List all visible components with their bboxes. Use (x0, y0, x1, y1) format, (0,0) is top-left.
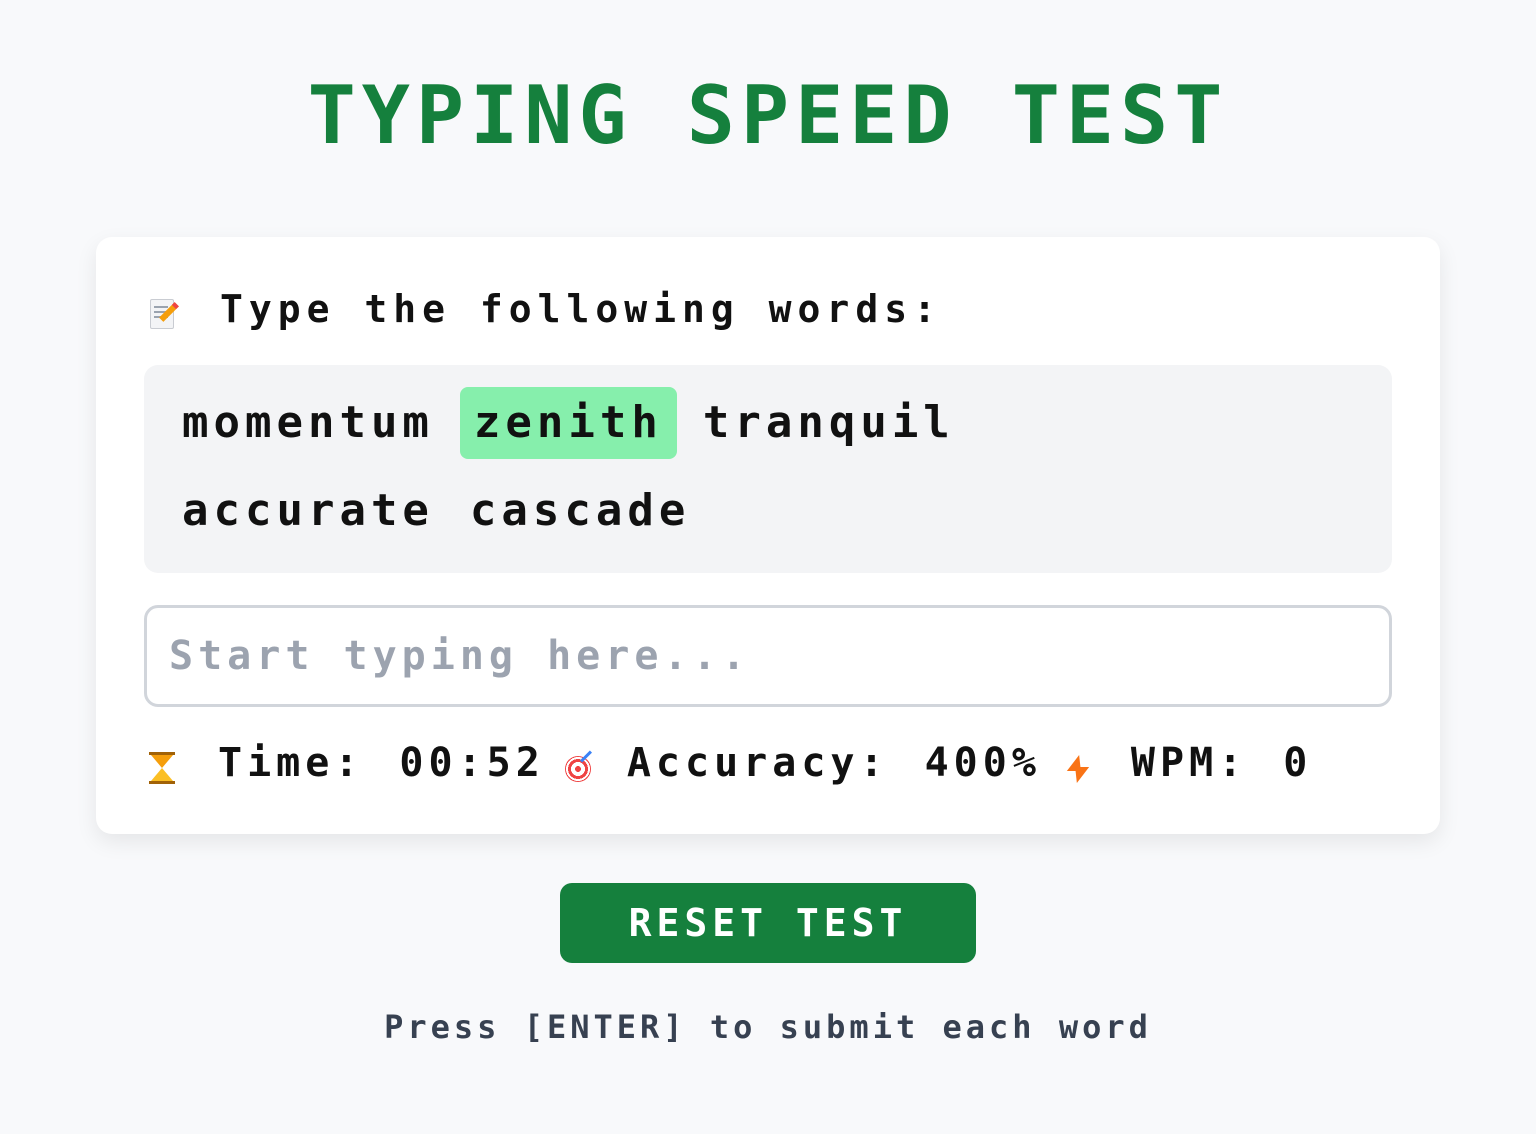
time-value: 00:52 (399, 740, 545, 786)
typing-test-page: TYPING SPEED TEST Type the following wor… (0, 0, 1536, 1134)
target-icon (563, 750, 592, 785)
time-label: Time: (218, 740, 364, 786)
typing-input[interactable] (144, 605, 1392, 707)
accuracy-label: Accuracy: (626, 740, 889, 786)
accuracy-stat: Accuracy: 400% (563, 740, 1041, 786)
lightning-icon (1063, 751, 1091, 785)
current-word: zenith (459, 387, 677, 459)
time-stat: Time: 00:52 (148, 740, 545, 786)
word-item: cascade (469, 485, 691, 536)
accuracy-value: 400% (924, 740, 1041, 786)
hourglass-icon (148, 751, 176, 785)
hint-text: Press [ENTER] to submit each word (384, 1008, 1152, 1046)
word-list: momentum zenith tranquil accurate cascade (144, 365, 1392, 573)
word-item: accurate (182, 485, 434, 536)
test-card: Type the following words: momentum zenith… (96, 237, 1440, 834)
word-item: momentum (182, 397, 434, 448)
prompt-text: Type the following words: (220, 287, 942, 331)
stats-bar: Time: 00:52 Accuracy: 400% WPM: 0 (148, 733, 1312, 793)
wpm-value: 0 (1283, 740, 1313, 786)
prompt-row: Type the following words: (148, 285, 942, 333)
words-container: momentum zenith tranquil accurate cascade (172, 387, 1072, 547)
page-title: TYPING SPEED TEST (307, 69, 1229, 162)
reset-test-button[interactable]: RESET TEST (560, 883, 976, 963)
memo-pencil-icon (148, 297, 179, 329)
word-item: tranquil (702, 397, 955, 448)
wpm-stat: WPM: 0 (1063, 740, 1312, 786)
wpm-label: WPM: (1130, 740, 1248, 786)
